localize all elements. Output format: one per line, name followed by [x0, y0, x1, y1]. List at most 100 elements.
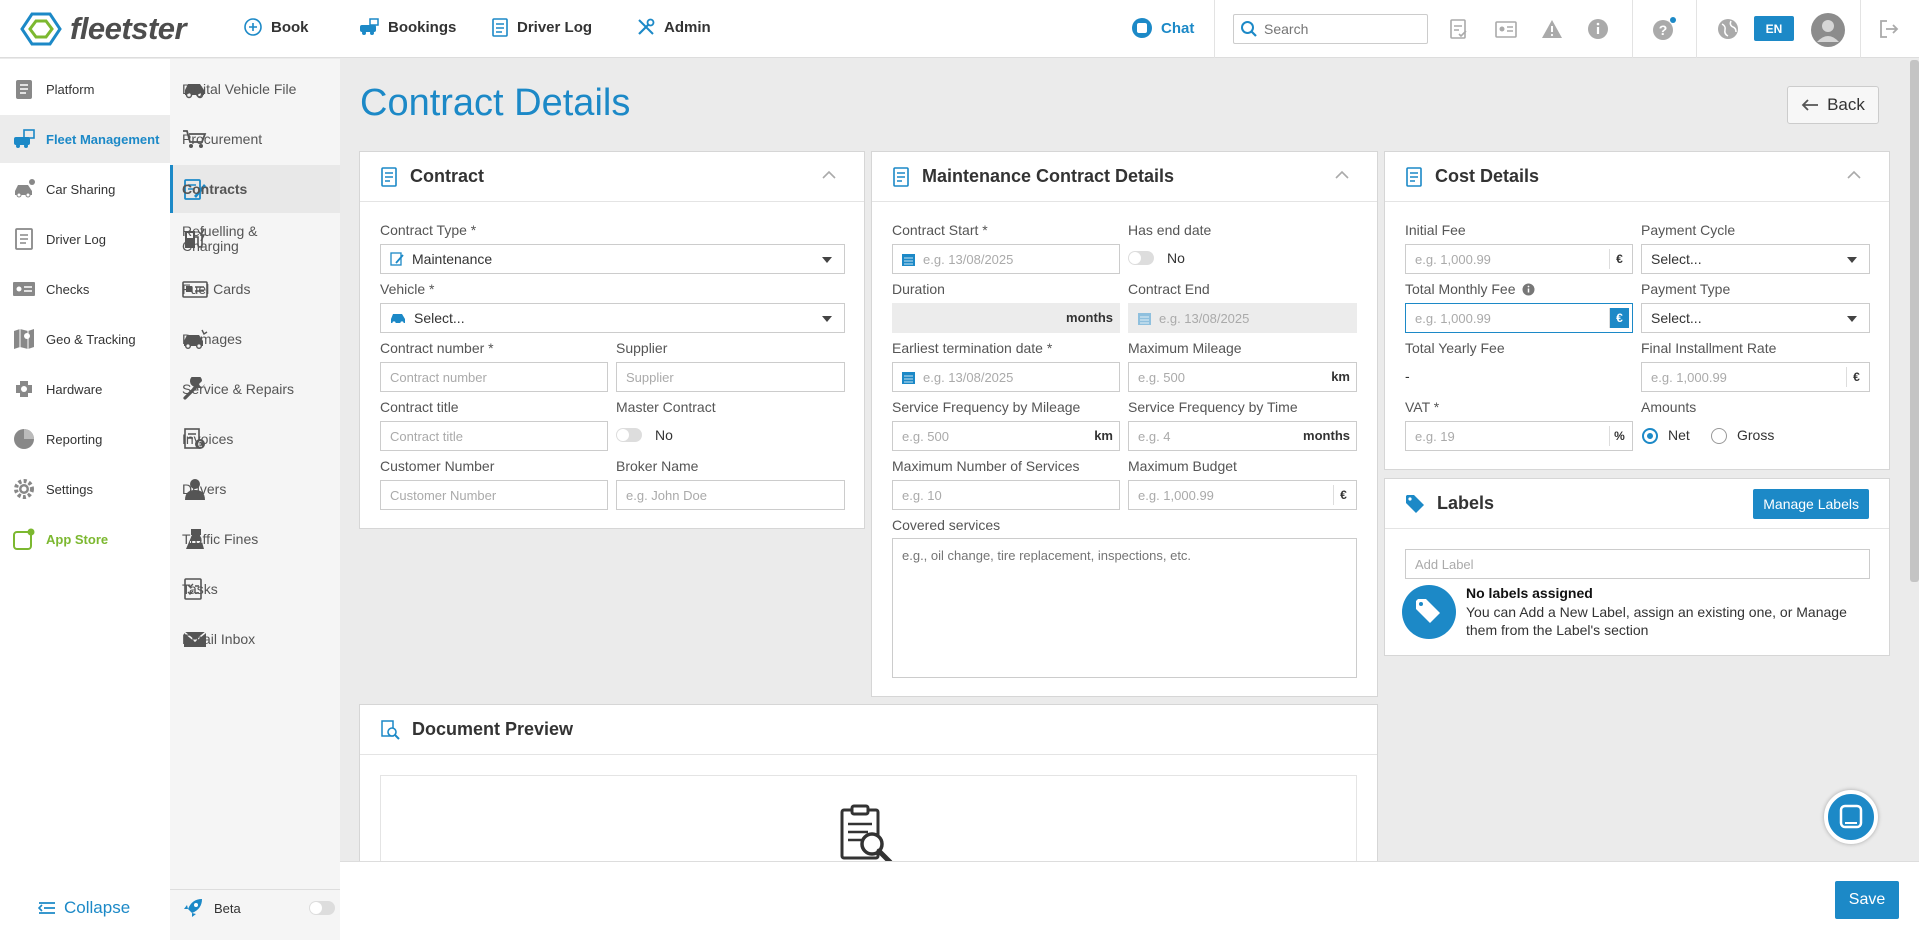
chevron-up-icon[interactable]: [1847, 170, 1861, 179]
sidebar-item-settings[interactable]: Settings: [0, 465, 170, 513]
earliest-termination-input[interactable]: e.g. 13/08/2025: [892, 362, 1120, 392]
duration-input: months: [892, 303, 1120, 333]
nav-book[interactable]: Book: [243, 17, 309, 37]
divider: [1696, 0, 1697, 58]
fleetster-logo-icon: [20, 12, 62, 46]
payment-cycle-select[interactable]: Select...: [1641, 244, 1870, 274]
chevron-up-icon[interactable]: [1335, 170, 1349, 179]
has-end-date-toggle[interactable]: [1128, 251, 1154, 265]
cost-card-header: Cost Details: [1385, 152, 1889, 202]
max-services-label: Maximum Number of Services: [892, 458, 1080, 474]
max-mileage-unit: km: [1331, 369, 1350, 384]
sidebar-item-hardware[interactable]: Hardware: [0, 365, 170, 413]
maintenance-card-header: Maintenance Contract Details: [872, 152, 1377, 202]
subnav-item-refuelling[interactable]: Refuelling & Charging: [170, 215, 340, 263]
has-end-date-label: Has end date: [1128, 222, 1212, 238]
currency-badge: €: [1333, 485, 1353, 505]
covered-services-textarea[interactable]: [892, 538, 1357, 678]
language-button[interactable]: EN: [1754, 16, 1794, 41]
maintenance-doc-icon: [893, 166, 909, 187]
search-icon: [1241, 21, 1257, 37]
tasks-check-icon[interactable]: [1446, 16, 1472, 42]
sidebar-item-label: App Store: [46, 531, 109, 547]
search-input[interactable]: [1264, 21, 1414, 37]
chevron-up-icon[interactable]: [822, 170, 836, 179]
subnav-item-email-inbox[interactable]: Email Inbox: [170, 615, 340, 663]
broker-name-input[interactable]: e.g. John Doe: [616, 480, 845, 510]
gross-label: Gross: [1737, 427, 1775, 443]
contract-start-label: Contract Start *: [892, 222, 988, 238]
subnav-item-procurement[interactable]: Procurement: [170, 115, 340, 163]
payment-type-select[interactable]: Select...: [1641, 303, 1870, 333]
chat-bubble-button[interactable]: [1824, 790, 1878, 844]
subnav-item-tasks[interactable]: Tasks: [170, 565, 340, 613]
contract-start-input[interactable]: e.g. 13/08/2025: [892, 244, 1120, 274]
sidebar-item-checks[interactable]: Checks: [0, 265, 170, 313]
max-mileage-input[interactable]: e.g. 500 km: [1128, 362, 1357, 392]
currency-badge: €: [1609, 308, 1629, 328]
nav-bookings[interactable]: Bookings: [358, 17, 456, 37]
sidebar-item-app-store[interactable]: App Store: [0, 515, 170, 563]
freq-time-input[interactable]: e.g. 4 months: [1128, 421, 1357, 451]
subnav-item-damages[interactable]: Damages: [170, 315, 340, 363]
max-services-input[interactable]: e.g. 10: [892, 480, 1120, 510]
globe-icon[interactable]: [1715, 16, 1741, 42]
labels-card: Labels Manage Labels Add Label No labels…: [1384, 478, 1890, 656]
logout-icon[interactable]: [1876, 16, 1902, 42]
monthly-fee-input[interactable]: e.g. 1,000.99 €: [1405, 303, 1633, 333]
chat-button[interactable]: Chat: [1131, 17, 1194, 39]
sidebar-item-driver-log[interactable]: Driver Log: [0, 215, 170, 263]
nav-driver-log-label: Driver Log: [517, 18, 593, 36]
subnav-item-traffic-fines[interactable]: Traffic Fines: [170, 515, 340, 563]
avatar[interactable]: [1811, 13, 1845, 47]
contract-number-label: Contract number *: [380, 340, 494, 356]
subnav-item-digital-vehicle-file[interactable]: Digital Vehicle File: [170, 65, 340, 113]
info-icon[interactable]: [1522, 283, 1535, 296]
vehicle-select[interactable]: Select...: [380, 303, 845, 333]
sidebar-item-car-sharing[interactable]: Car Sharing: [0, 165, 170, 213]
nav-driver-log[interactable]: Driver Log: [491, 17, 592, 37]
contract-type-select[interactable]: Maintenance: [380, 244, 845, 274]
sidebar-item-reporting[interactable]: Reporting: [0, 415, 170, 463]
sidebar-item-platform[interactable]: Platform: [0, 65, 170, 113]
page-scrollbar[interactable]: [1910, 60, 1919, 582]
contract-title-input[interactable]: Contract title: [380, 421, 608, 451]
sidebar-item-geo-tracking[interactable]: Geo & Tracking: [0, 315, 170, 363]
collapse-button[interactable]: Collapse: [38, 898, 130, 918]
contact-card-icon[interactable]: [1493, 16, 1519, 42]
subnav-item-label: Digital Vehicle File: [182, 80, 297, 97]
vat-input[interactable]: e.g. 19 %: [1405, 421, 1633, 451]
subnav-item-invoices[interactable]: € Invoices: [170, 415, 340, 463]
supplier-input[interactable]: Supplier: [616, 362, 845, 392]
search-box[interactable]: [1233, 14, 1428, 44]
final-rate-input[interactable]: e.g. 1,000.99 €: [1641, 362, 1870, 392]
manage-labels-button[interactable]: Manage Labels: [1753, 489, 1869, 519]
initial-fee-input[interactable]: e.g. 1,000.99 €: [1405, 244, 1633, 274]
back-button[interactable]: Back: [1787, 86, 1879, 124]
chat-bubble-icon: [1839, 804, 1863, 829]
freq-mileage-input[interactable]: e.g. 500 km: [892, 421, 1120, 451]
max-budget-input[interactable]: e.g. 1,000.99 €: [1128, 480, 1357, 510]
net-radio[interactable]: [1642, 428, 1658, 444]
freq-mileage-unit: km: [1094, 428, 1113, 443]
subnav-item-contracts[interactable]: Contracts: [170, 165, 340, 213]
customer-number-input[interactable]: Customer Number: [380, 480, 608, 510]
save-button[interactable]: Save: [1835, 881, 1899, 919]
add-label-input[interactable]: Add Label: [1405, 549, 1870, 579]
calendar-icon: [902, 372, 915, 384]
gross-radio[interactable]: [1711, 428, 1727, 444]
nav-admin[interactable]: Admin: [636, 17, 711, 37]
warning-icon[interactable]: [1539, 16, 1565, 42]
info-icon[interactable]: [1585, 16, 1611, 42]
beta-toggle[interactable]: [308, 901, 335, 915]
sidebar-item-fleet-management[interactable]: Fleet Management: [0, 115, 170, 163]
contract-number-input[interactable]: Contract number: [380, 362, 608, 392]
fleetster-logo[interactable]: fleetster: [20, 11, 187, 47]
fleet-management-icon: [14, 129, 35, 148]
help-icon[interactable]: ?: [1651, 16, 1677, 42]
subnav-item-fuel-cards[interactable]: Fuel Cards: [170, 265, 340, 313]
master-contract-toggle[interactable]: [616, 428, 642, 442]
sidebar-item-label: Reporting: [46, 431, 103, 447]
subnav-item-service-repairs[interactable]: Service & Repairs: [170, 365, 340, 413]
subnav-item-drivers[interactable]: Drivers: [170, 465, 340, 513]
